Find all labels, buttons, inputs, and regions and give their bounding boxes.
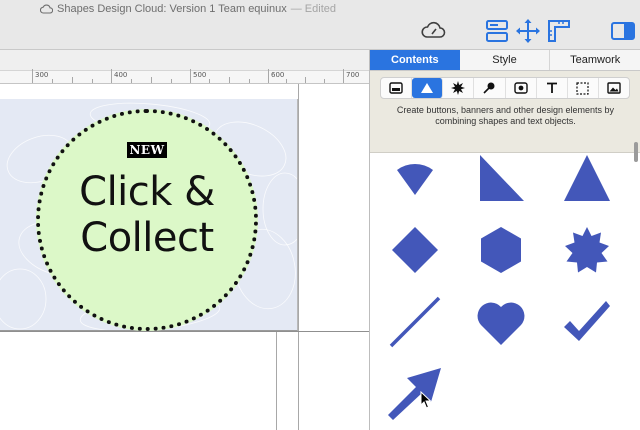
ruler-label: 500 bbox=[193, 71, 207, 79]
diamond-shape[interactable] bbox=[375, 214, 455, 286]
right-triangle-shape[interactable] bbox=[461, 142, 541, 214]
headline-line-1: Click & bbox=[79, 169, 215, 215]
ruler-tick bbox=[268, 69, 269, 83]
ruler-label: 400 bbox=[114, 71, 128, 79]
ruler-tick bbox=[52, 79, 53, 83]
ruler-tick bbox=[32, 69, 33, 83]
shape-category-description: Create buttons, banners and other design… bbox=[396, 105, 615, 126]
alignment-guide bbox=[0, 331, 369, 332]
ruler-tick bbox=[305, 77, 306, 83]
hexagon-shape[interactable] bbox=[461, 214, 541, 286]
horizontal-ruler: 300 400 500 600 700 bbox=[0, 50, 369, 84]
triangle-shape[interactable] bbox=[547, 142, 627, 214]
click-collect-badge[interactable]: NEW Click & Collect bbox=[36, 109, 258, 331]
edited-status: — Edited bbox=[290, 3, 336, 15]
shape-library-grid bbox=[370, 134, 632, 430]
headline-text[interactable]: Click & Collect bbox=[40, 169, 254, 261]
move-icon[interactable] bbox=[515, 18, 541, 44]
cloud-sync-icon[interactable] bbox=[420, 18, 448, 44]
burst-type-icon[interactable] bbox=[443, 78, 475, 98]
wedge-shape[interactable] bbox=[375, 142, 455, 214]
tab-contents[interactable]: Contents bbox=[370, 50, 460, 70]
sidebar-toggle-icon[interactable] bbox=[610, 18, 636, 44]
button-type-icon[interactable] bbox=[381, 78, 413, 98]
cloud-icon bbox=[40, 4, 53, 14]
tab-style[interactable]: Style bbox=[460, 50, 551, 70]
shape-type-segmented-control bbox=[380, 77, 630, 99]
selection-type-icon[interactable] bbox=[568, 78, 599, 98]
heart-shape[interactable] bbox=[461, 286, 541, 358]
inspector-tabs: Contents Style Teamwork bbox=[370, 50, 640, 71]
ruler-tick bbox=[131, 79, 132, 83]
ruler-tick bbox=[92, 79, 93, 83]
arrow-shape[interactable] bbox=[375, 358, 455, 430]
layout-icon[interactable] bbox=[484, 18, 510, 44]
ruler-tick bbox=[151, 77, 152, 83]
design-canvas[interactable]: 300 400 500 600 700 NEW Click & Collect bbox=[0, 50, 369, 430]
scrollbar[interactable] bbox=[634, 142, 638, 162]
ruler-tick bbox=[111, 69, 112, 83]
ruler-tick bbox=[343, 69, 344, 83]
star-burst-shape[interactable] bbox=[547, 214, 627, 286]
ruler-tick bbox=[249, 79, 250, 83]
window-title: Shapes Design Cloud: Version 1 Team equi… bbox=[57, 3, 287, 15]
ruler-tick bbox=[209, 79, 210, 83]
title-bar: Shapes Design Cloud: Version 1 Team equi… bbox=[0, 0, 640, 50]
tab-teamwork[interactable]: Teamwork bbox=[550, 50, 640, 70]
ruler-label: 300 bbox=[35, 71, 49, 79]
sticker-type-icon[interactable] bbox=[474, 78, 506, 98]
ruler-label: 600 bbox=[271, 71, 285, 79]
text-type-icon[interactable] bbox=[537, 78, 568, 98]
ruler-tick bbox=[171, 79, 172, 83]
ruler-tick bbox=[190, 69, 191, 83]
ruler-icon[interactable] bbox=[546, 18, 572, 44]
mouse-pointer-icon bbox=[420, 391, 432, 409]
ruler-tick bbox=[324, 79, 325, 83]
alignment-guide bbox=[298, 84, 299, 430]
checkmark-shape[interactable] bbox=[547, 286, 627, 358]
headline-line-2: Collect bbox=[80, 215, 214, 261]
ruler-tick bbox=[286, 79, 287, 83]
ruler-tick bbox=[229, 77, 230, 83]
ruler-label: 700 bbox=[346, 71, 360, 79]
image-type-icon[interactable] bbox=[599, 78, 629, 98]
alignment-guide bbox=[276, 332, 277, 430]
inspector-panel: Contents Style Teamwork Create buttons, … bbox=[369, 50, 640, 430]
shape-type-icon[interactable] bbox=[412, 78, 444, 98]
media-type-icon[interactable] bbox=[506, 78, 537, 98]
ruler-strip bbox=[0, 69, 369, 84]
line-shape[interactable] bbox=[375, 286, 455, 358]
app-window: Shapes Design Cloud: Version 1 Team equi… bbox=[0, 0, 640, 430]
ruler-tick bbox=[72, 77, 73, 83]
window-title-group: Shapes Design Cloud: Version 1 Team equi… bbox=[40, 1, 336, 17]
new-label: NEW bbox=[127, 142, 167, 158]
